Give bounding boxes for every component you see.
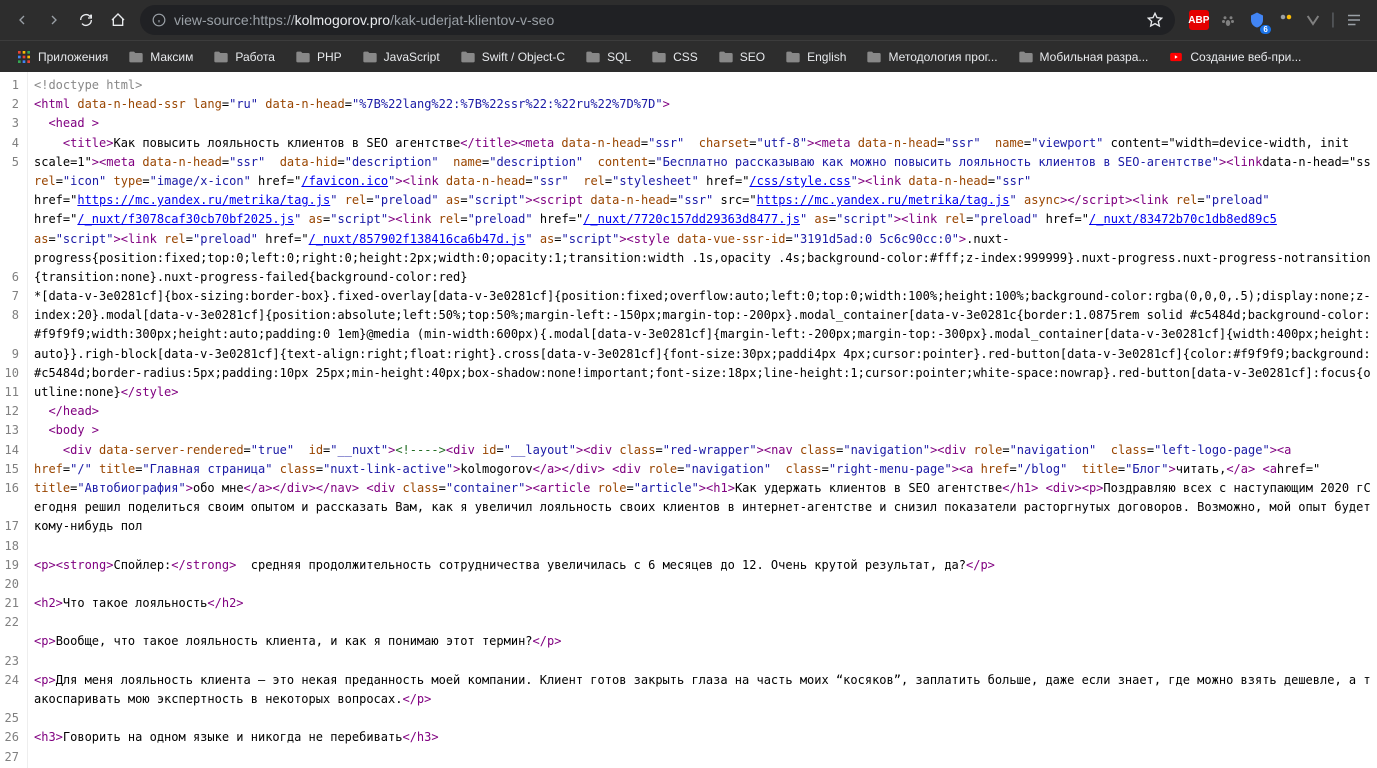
bookmark-item[interactable]: Максим (120, 46, 201, 68)
info-icon (152, 13, 166, 27)
bookmark-item[interactable]: English (777, 46, 854, 68)
bookmark-item[interactable]: Работа (205, 46, 283, 68)
bookmark-item[interactable]: Мобильная разра... (1010, 46, 1157, 68)
bookmark-item[interactable]: Создание веб-при... (1160, 46, 1309, 68)
abp-icon[interactable]: ABP (1189, 10, 1209, 30)
star-icon[interactable] (1147, 12, 1163, 28)
toolbar: view-source:https://kolmogorov.pro/kak-u… (0, 0, 1377, 40)
bookmark-item[interactable]: SQL (577, 46, 639, 68)
reading-list-icon[interactable] (1345, 11, 1363, 29)
toolbar-divider: | (1331, 11, 1335, 29)
url-text: view-source:https://kolmogorov.pro/kak-u… (174, 12, 1139, 28)
back-button[interactable] (8, 6, 36, 34)
home-button[interactable] (104, 6, 132, 34)
bookmarks-bar: ПриложенияМаксимРаботаPHPJavaScriptSwift… (0, 40, 1377, 72)
bookmark-item[interactable]: Методология прог... (858, 46, 1005, 68)
shield-icon[interactable]: 6 (1247, 10, 1267, 30)
source-view[interactable]: 12345 678 910111213141516 171819202122 2… (0, 72, 1377, 768)
bookmark-item[interactable]: JavaScript (354, 46, 448, 68)
url-bar[interactable]: view-source:https://kolmogorov.pro/kak-u… (140, 5, 1175, 35)
bookmark-item[interactable]: Приложения (8, 45, 116, 69)
reload-button[interactable] (72, 6, 100, 34)
puzzle-icon[interactable] (1277, 11, 1295, 29)
forward-button[interactable] (40, 6, 68, 34)
browser-chrome: view-source:https://kolmogorov.pro/kak-u… (0, 0, 1377, 72)
extension-icons: ABP 6 | (1183, 10, 1369, 30)
source-code: <!doctype html><html data-n-head-ssr lan… (28, 72, 1377, 768)
paw-icon[interactable] (1219, 11, 1237, 29)
bookmark-item[interactable]: CSS (643, 46, 706, 68)
v-icon[interactable] (1305, 12, 1321, 28)
bookmark-item[interactable]: PHP (287, 46, 350, 68)
line-gutter: 12345 678 910111213141516 171819202122 2… (0, 72, 28, 768)
bookmark-item[interactable]: Swift / Object-C (452, 46, 573, 68)
bookmark-item[interactable]: SEO (710, 46, 773, 68)
